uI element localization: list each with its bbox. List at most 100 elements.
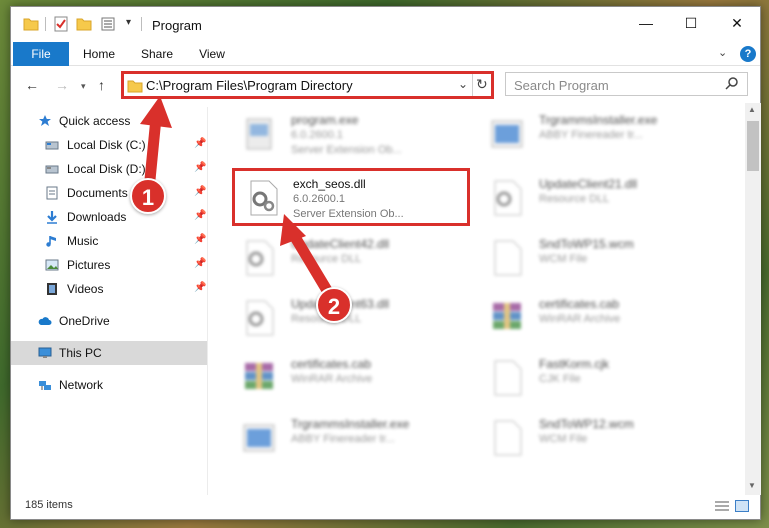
file-item[interactable]: program.exe 6.0.2600.1 Server Extension … xyxy=(211,107,451,163)
pin-icon[interactable]: 📌 xyxy=(194,234,206,245)
recent-locations-dropdown-icon[interactable]: ▾ xyxy=(81,81,86,92)
dll-gear-icon xyxy=(494,180,522,216)
pictures-icon xyxy=(45,259,59,271)
file-icon xyxy=(494,360,522,396)
sidebar-item-onedrive[interactable]: OneDrive xyxy=(11,309,207,333)
address-dropdown-icon[interactable]: ⌄ xyxy=(458,77,468,91)
file-detail: ABBY Finereader tr... xyxy=(291,433,395,445)
sidebar-item-documents[interactable]: Documents 📌 xyxy=(11,181,207,205)
tab-file[interactable]: File xyxy=(13,42,69,66)
cloud-icon xyxy=(38,317,52,325)
file-name: UpdateClient21.dll xyxy=(539,177,638,191)
address-path[interactable]: C:\Program Files\Program Directory xyxy=(146,78,353,93)
scroll-up-icon[interactable]: ▲ xyxy=(748,105,756,114)
sidebar-item-label: OneDrive xyxy=(59,314,110,328)
documents-icon xyxy=(46,186,58,200)
navigation-pane: Quick access Local Disk (C:) 📌 Local Dis… xyxy=(11,107,207,495)
archive-icon xyxy=(493,303,521,329)
sidebar-item-label: Quick access xyxy=(59,114,131,128)
sidebar-item-label: This PC xyxy=(59,346,102,360)
customize-toolbar-icon[interactable] xyxy=(100,16,116,32)
file-detail: WCM File xyxy=(539,433,588,445)
archive-icon xyxy=(245,363,273,389)
file-name: UpdateClient42.dll xyxy=(291,237,390,251)
dll-gear-icon xyxy=(246,240,274,276)
step-2-marker: 2 xyxy=(316,287,352,323)
sidebar-item-label: Network xyxy=(59,378,104,392)
pin-icon[interactable]: 📌 xyxy=(194,186,206,197)
sidebar-item-quick-access[interactable]: Quick access xyxy=(11,109,207,133)
file-explorer-window: ▾ Program — ☐ ✕ File Home Share View ⌄ ?… xyxy=(10,6,761,520)
tab-home[interactable]: Home xyxy=(75,42,123,66)
close-button[interactable]: ✕ xyxy=(714,7,760,39)
pin-icon[interactable]: 📌 xyxy=(194,282,206,293)
quick-access-dropdown-icon[interactable]: ▾ xyxy=(126,17,131,28)
details-view-icon[interactable] xyxy=(715,500,729,512)
scroll-thumb[interactable] xyxy=(747,121,759,171)
file-detail: Resource DLL xyxy=(291,253,362,265)
file-item[interactable]: certificates.cab WinRAR Archive xyxy=(211,351,451,407)
sidebar-item-label: Documents xyxy=(67,186,128,200)
help-icon[interactable]: ? xyxy=(740,46,756,62)
file-description: Server Extension Ob... xyxy=(291,144,402,156)
scroll-down-icon[interactable]: ▼ xyxy=(748,481,756,490)
file-item[interactable]: UpdateClient42.dll Resource DLL xyxy=(211,231,451,287)
properties-check-icon[interactable] xyxy=(53,16,69,32)
new-folder-icon[interactable] xyxy=(76,16,92,32)
drive-icon xyxy=(45,141,59,150)
file-item[interactable]: certificates.cab WinRAR Archive xyxy=(459,291,699,347)
vertical-scrollbar[interactable]: ▲ ▼ xyxy=(745,103,761,495)
address-divider xyxy=(472,74,473,96)
folder-icon[interactable] xyxy=(23,16,39,32)
file-name: certificates.cab xyxy=(539,297,620,311)
file-item[interactable]: UpdateClient21.dll Resource DLL xyxy=(459,171,699,227)
pin-icon[interactable]: 📌 xyxy=(194,138,206,149)
file-item[interactable]: SndToWP12.wcm WCM File xyxy=(459,411,699,467)
forward-arrow-icon[interactable]: → xyxy=(55,77,69,93)
tiles-view-icon[interactable] xyxy=(735,500,749,512)
back-arrow-icon[interactable]: ← xyxy=(25,77,39,93)
sidebar-item-downloads[interactable]: Downloads 📌 xyxy=(11,205,207,229)
file-item[interactable]: SndToWP15.wcm WCM File xyxy=(459,231,699,287)
up-arrow-icon[interactable]: ↑ xyxy=(98,77,105,93)
refresh-icon[interactable]: ↻ xyxy=(476,76,488,93)
file-item[interactable]: FastKorm.cjk CJK File xyxy=(459,351,699,407)
sidebar-item-network[interactable]: Network xyxy=(11,373,207,397)
file-item[interactable]: TrgrammsInstaller.exe ABBY Finereader tr… xyxy=(459,107,699,163)
file-name: SndToWP15.wcm xyxy=(539,237,634,251)
address-bar[interactable]: C:\Program Files\Program Directory ⌄ ↻ xyxy=(121,71,494,99)
download-icon xyxy=(47,211,57,224)
sidebar-item-music[interactable]: Music 📌 xyxy=(11,229,207,253)
installer-icon xyxy=(491,120,523,148)
sidebar-item-videos[interactable]: Videos 📌 xyxy=(11,277,207,301)
file-highlight-box xyxy=(232,168,470,226)
sidebar-item-pictures[interactable]: Pictures 📌 xyxy=(11,253,207,277)
sidebar-item-local-disk-d[interactable]: Local Disk (D:) 📌 xyxy=(11,157,207,181)
sidebar-item-this-pc[interactable]: This PC xyxy=(11,341,207,365)
tab-share[interactable]: Share xyxy=(133,42,181,66)
pane-divider[interactable] xyxy=(207,107,208,495)
item-count: 185 items xyxy=(25,499,73,511)
file-name: program.exe xyxy=(291,113,359,127)
title-bar: ▾ Program — ☐ ✕ xyxy=(11,7,760,41)
search-placeholder[interactable]: Search Program xyxy=(514,78,609,93)
chevron-down-icon[interactable]: ⌄ xyxy=(718,46,727,59)
file-item[interactable]: TrgrammsInstaller.exe ABBY Finereader tr… xyxy=(211,411,451,467)
file-detail: CJK File xyxy=(539,373,581,385)
music-icon xyxy=(46,236,56,247)
tab-view[interactable]: View xyxy=(192,42,232,66)
file-name: FastKorm.cjk xyxy=(539,357,610,371)
file-name: TrgrammsInstaller.exe xyxy=(539,113,658,127)
pin-icon[interactable]: 📌 xyxy=(194,258,206,269)
pin-icon[interactable]: 📌 xyxy=(194,210,206,221)
file-detail: 6.0.2600.1 xyxy=(291,129,343,141)
minimize-button[interactable]: — xyxy=(623,7,669,39)
search-input[interactable]: Search Program xyxy=(505,72,748,96)
sidebar-item-label: Videos xyxy=(67,282,104,296)
maximize-button[interactable]: ☐ xyxy=(668,7,714,39)
exe-icon xyxy=(246,118,272,150)
sidebar-item-local-disk-c[interactable]: Local Disk (C:) 📌 xyxy=(11,133,207,157)
file-detail: ABBY Finereader tr... xyxy=(539,129,643,141)
search-icon[interactable] xyxy=(725,76,739,90)
pin-icon[interactable]: 📌 xyxy=(194,162,206,173)
